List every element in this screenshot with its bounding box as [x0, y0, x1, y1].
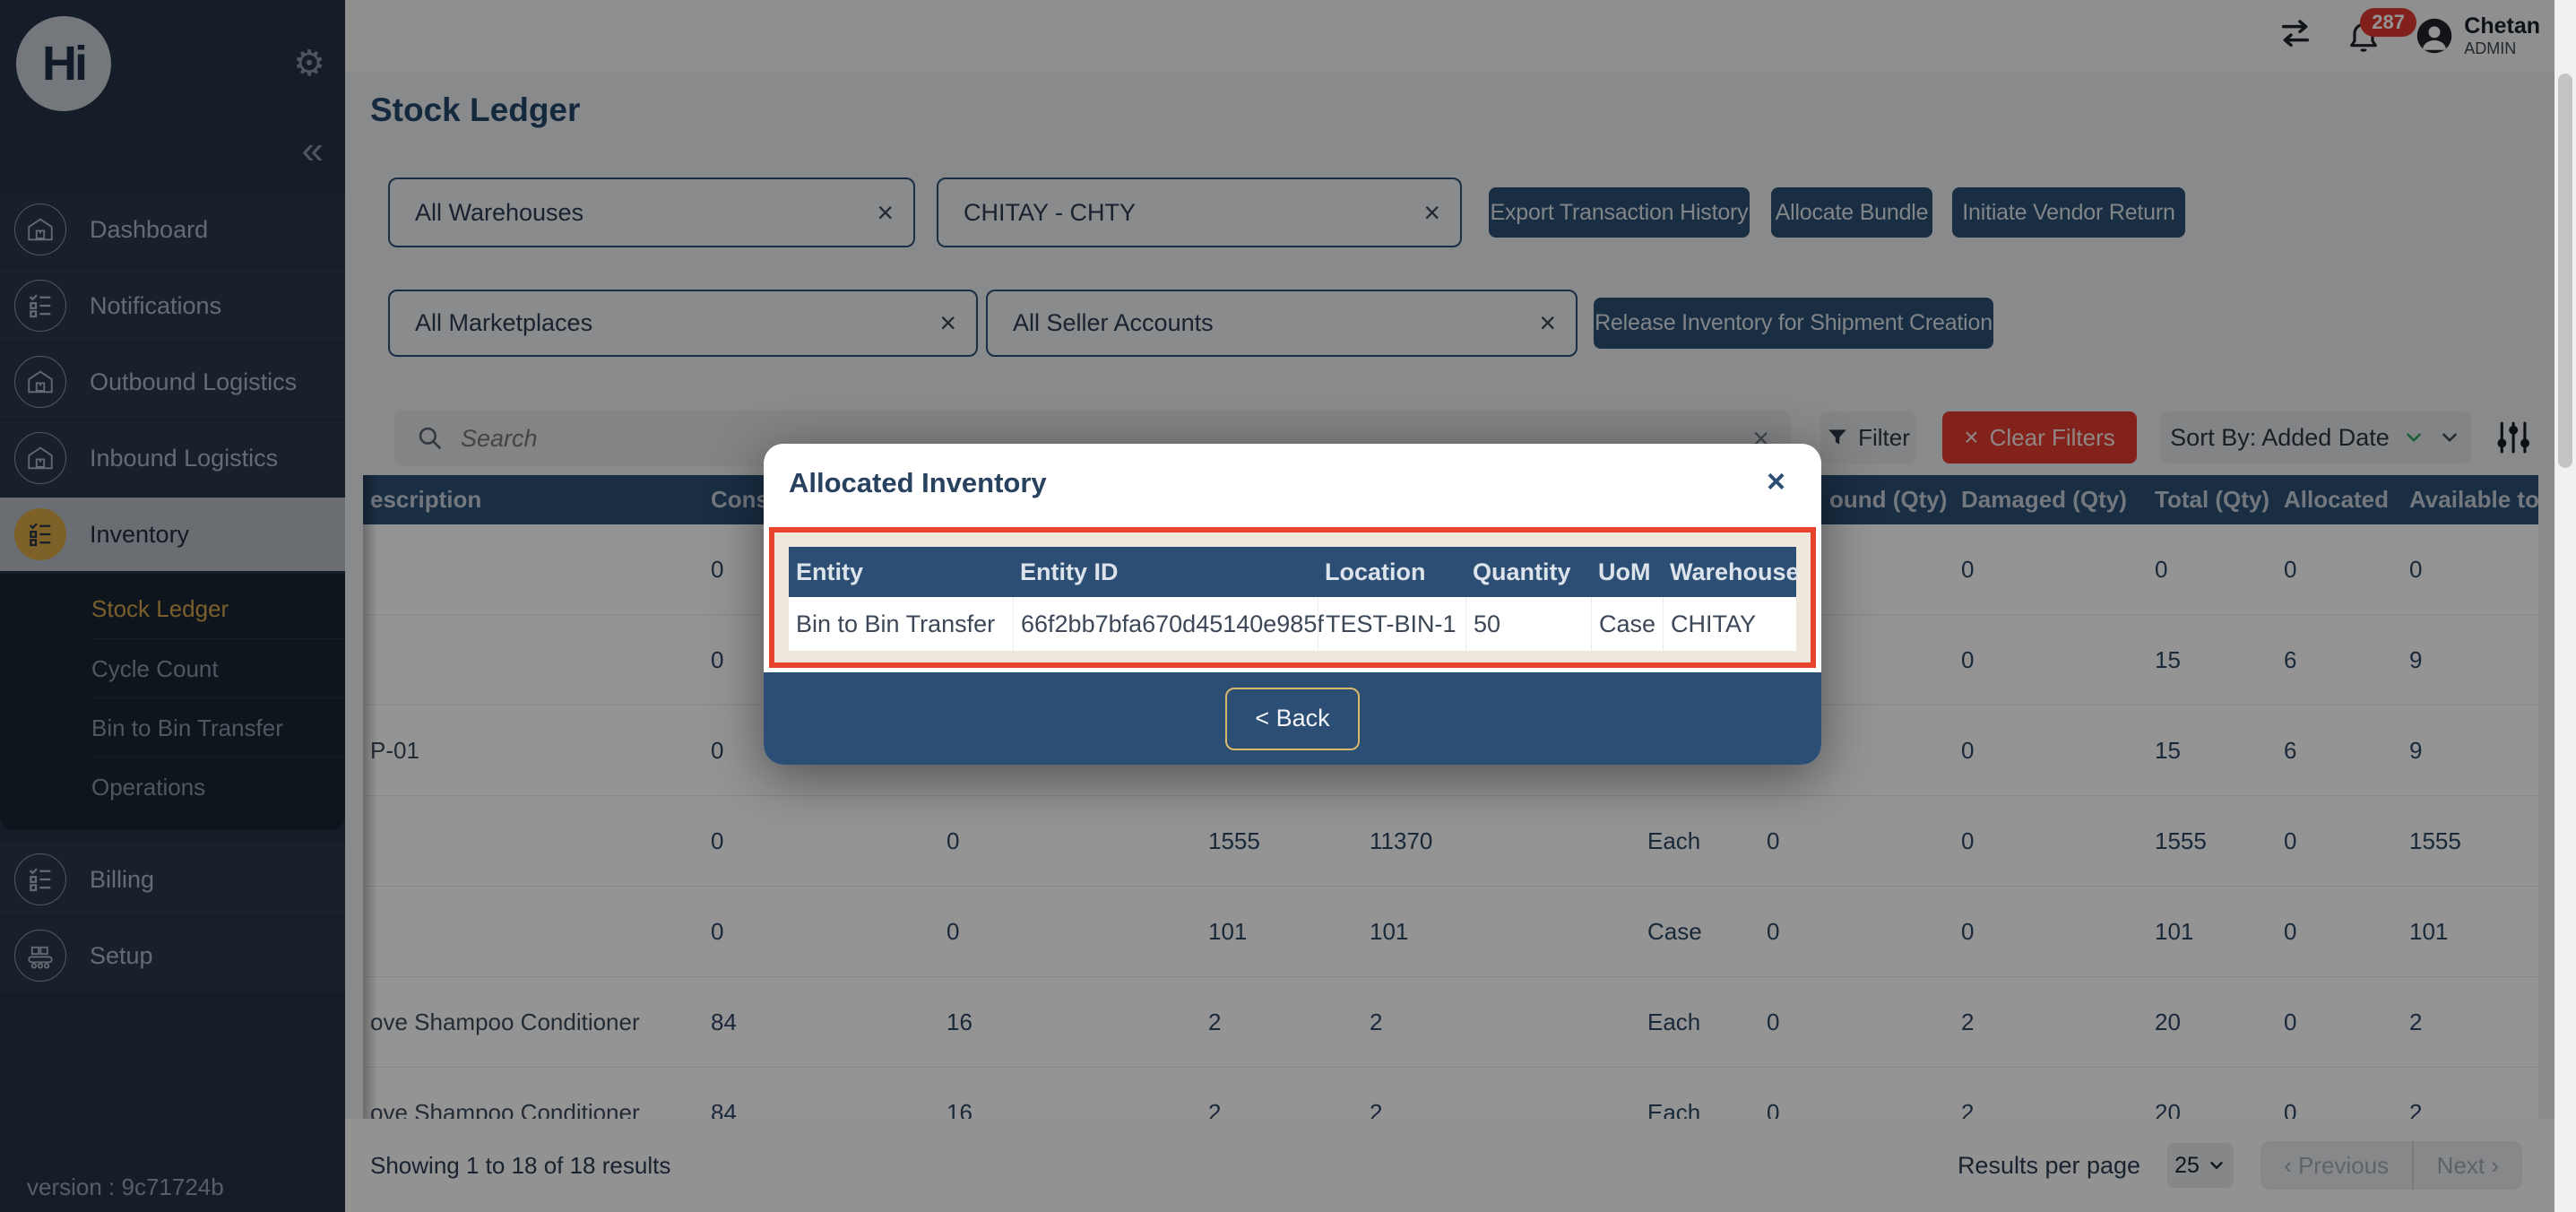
modal-table-header-cell: Warehouse: [1663, 558, 1796, 586]
modal-cell-warehouse: CHITAY: [1663, 597, 1796, 651]
back-button[interactable]: < Back: [1225, 688, 1360, 750]
modal-table-header-row: EntityEntity IDLocationQuantityUoMWareho…: [789, 547, 1796, 597]
modal-table-header-cell: UoM: [1591, 558, 1663, 586]
modal-cell-uom: Case: [1591, 597, 1663, 651]
vertical-scrollbar[interactable]: [2554, 0, 2576, 1212]
modal-table-header-cell: Entity: [789, 558, 1013, 586]
modal-cell-quantity: 50: [1465, 597, 1591, 651]
modal-table-header-cell: Quantity: [1465, 558, 1591, 586]
close-icon[interactable]: ×: [1767, 465, 1785, 498]
modal-table-header-cell: Location: [1318, 558, 1465, 586]
modal-cell-entity: Bin to Bin Transfer: [789, 597, 1013, 651]
scrollbar-thumb[interactable]: [2558, 74, 2572, 468]
modal-title: Allocated Inventory: [789, 467, 1047, 499]
modal-table-header-cell: Entity ID: [1013, 558, 1318, 586]
highlighted-table-region: EntityEntity IDLocationQuantityUoMWareho…: [769, 527, 1816, 668]
allocated-inventory-modal: Allocated Inventory × EntityEntity IDLoc…: [764, 444, 1821, 765]
modal-cell-location: TEST-BIN-1: [1318, 597, 1465, 651]
modal-cell-entity-id: 66f2bb7bfa670d45140e985f: [1013, 597, 1318, 651]
modal-table-row[interactable]: Bin to Bin Transfer 66f2bb7bfa670d45140e…: [789, 597, 1796, 651]
modal-footer: < Back: [764, 672, 1821, 765]
